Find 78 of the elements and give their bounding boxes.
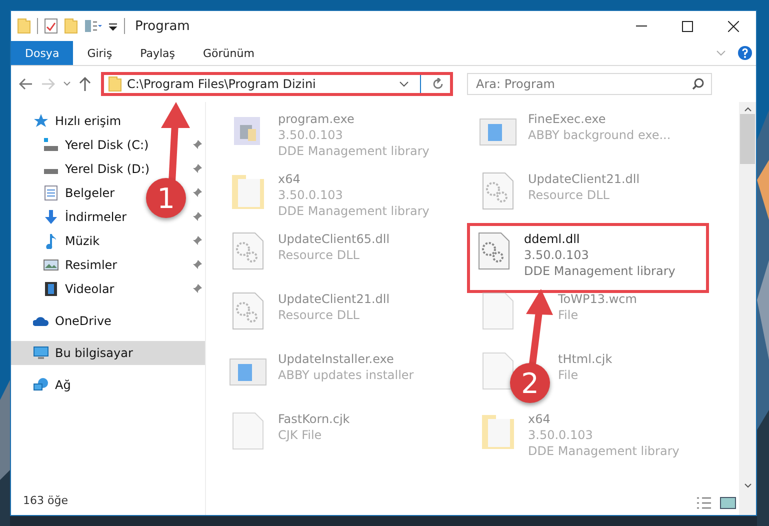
back-button[interactable] <box>17 76 35 92</box>
details-view-icon[interactable] <box>696 497 712 509</box>
star-icon <box>33 113 49 129</box>
file-detail: 3.50.0.103 <box>528 427 594 443</box>
checklist-icon[interactable] <box>44 18 58 34</box>
properties-icon[interactable] <box>84 19 102 33</box>
selected-row[interactable]: Bu bilgisayar <box>11 341 205 365</box>
large-icons-view-icon[interactable] <box>720 497 736 509</box>
file-detail: DDE Management library <box>278 203 430 219</box>
pin-icon[interactable] <box>192 260 202 270</box>
pin-icon[interactable] <box>192 164 202 174</box>
back-arrow-icon <box>19 78 33 90</box>
file-detail: ABBY background exe... <box>528 127 671 143</box>
file-name[interactable]: ddeml.dll <box>524 231 676 247</box>
refresh-icon[interactable] <box>432 78 444 90</box>
minimize-icon <box>636 25 646 27</box>
ribbon-tab[interactable]: Dosya <box>11 41 74 65</box>
item-count: 163 öğe <box>23 494 68 507</box>
file-detail: DDE Management library <box>524 263 676 279</box>
file-detail: Resource DLL <box>278 307 360 323</box>
chevron-down-icon[interactable] <box>399 81 409 87</box>
file-detail: 3.50.0.103 <box>278 127 344 143</box>
sidebar-item[interactable]: OneDrive <box>55 314 112 328</box>
network-icon <box>33 377 49 393</box>
file-detail: 3.50.0.103 <box>524 247 590 263</box>
ribbon-tab[interactable]: Görünüm <box>189 41 268 65</box>
up-button[interactable] <box>77 75 93 93</box>
pin-icon[interactable] <box>192 284 202 294</box>
ribbon-tab[interactable]: Giriş <box>73 41 126 65</box>
sidebar-item[interactable]: Yerel Disk (D:) <box>65 162 150 176</box>
document-icon <box>43 185 59 201</box>
monitor-icon <box>33 345 49 361</box>
ribbon-tab[interactable]: Paylaş <box>126 41 189 65</box>
sidebar-item[interactable]: Belgeler <box>65 186 115 200</box>
file-detail: File <box>558 307 580 323</box>
sidebar-item[interactable]: Resimler <box>65 258 118 272</box>
pin-icon[interactable] <box>192 140 202 150</box>
scrollbar[interactable] <box>739 102 756 515</box>
up-arrow-icon <box>79 77 91 91</box>
dropdown-icon[interactable] <box>108 21 118 31</box>
picture-icon <box>43 257 59 273</box>
chevron-down-icon <box>63 81 71 87</box>
sidebar-item[interactable]: Ağ <box>55 378 71 392</box>
maximize-icon <box>682 20 692 32</box>
pin-icon[interactable] <box>192 236 202 246</box>
folder-icon <box>64 18 78 34</box>
close-icon <box>728 20 738 32</box>
search-field[interactable]: Ara: Program <box>467 73 712 95</box>
file-detail: Resource DLL <box>528 187 610 203</box>
sidebar-item[interactable]: Hızlı erişim <box>55 114 122 128</box>
sidebar-item[interactable]: Bu bilgisayar <box>55 346 133 360</box>
sidebar-item[interactable]: Müzik <box>65 234 100 248</box>
folder-icon <box>108 76 122 92</box>
sidebar-item[interactable]: Videolar <box>65 282 114 296</box>
help-icon[interactable] <box>738 46 752 60</box>
sidebar-item[interactable]: Yerel Disk (C:) <box>65 138 149 152</box>
pin-icon[interactable] <box>192 188 202 198</box>
address-bar[interactable]: C:\Program Files\Program Dizini <box>101 72 453 96</box>
file-detail: 3.50.0.103 <box>278 187 344 203</box>
file-detail: DDE Management library <box>278 143 430 159</box>
pin-icon[interactable] <box>192 212 202 222</box>
forward-arrow-icon <box>41 78 55 90</box>
sidebar-item[interactable]: İndirmeler <box>65 210 127 224</box>
window-title: Program <box>135 18 190 34</box>
film-icon <box>43 281 59 297</box>
file-detail: DDE Management library <box>528 443 680 459</box>
download-icon <box>43 209 59 225</box>
file-detail: ABBY updates installer <box>278 367 414 383</box>
drive-icon <box>43 169 59 175</box>
folder-icon <box>17 18 31 34</box>
file-detail: File <box>558 367 580 383</box>
scroll-up-icon[interactable] <box>744 106 752 112</box>
file-detail: Resource DLL <box>278 247 360 263</box>
scrollbar-thumb[interactable] <box>740 114 755 164</box>
scroll-down-icon[interactable] <box>744 483 752 489</box>
search-icon[interactable] <box>692 78 704 90</box>
file-detail: CJK File <box>278 427 323 443</box>
drive-icon <box>43 138 59 152</box>
